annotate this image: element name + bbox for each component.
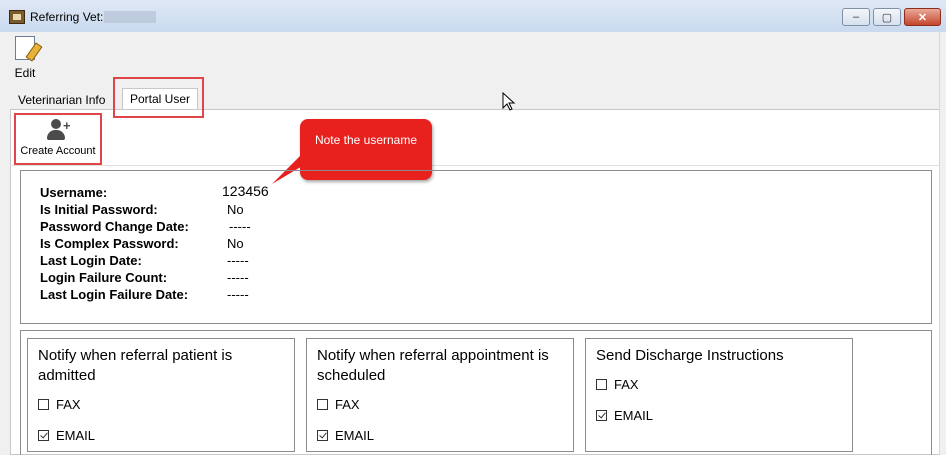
- field-value: No: [227, 202, 244, 217]
- checkbox-icon[interactable]: [38, 399, 49, 410]
- edit-document-icon: [15, 36, 35, 60]
- group-title: Notify when referral patient is admitted: [38, 347, 233, 384]
- create-account-button[interactable]: + Create Account: [14, 113, 102, 165]
- portal-user-info: Username: 123456 Is Initial Password: No…: [20, 170, 932, 324]
- field-label: Last Login Date:: [40, 253, 142, 268]
- checkbox-icon[interactable]: [317, 399, 328, 410]
- fax-checkbox[interactable]: FAX: [317, 397, 360, 413]
- option-label: EMAIL: [335, 428, 375, 443]
- option-label: EMAIL: [56, 428, 96, 443]
- window-right-edge: [939, 32, 946, 455]
- close-button[interactable]: ✕: [904, 8, 941, 26]
- app-icon: [9, 10, 25, 24]
- field-value: -----: [227, 287, 249, 302]
- edit-button[interactable]: Edit: [10, 36, 40, 82]
- window-title: Referring Vet:: [30, 10, 104, 24]
- maximize-button[interactable]: ▢: [873, 8, 901, 26]
- add-user-icon: +: [47, 119, 71, 141]
- field-label: Is Complex Password:: [40, 236, 179, 251]
- redacted-vet-name: [104, 11, 156, 23]
- email-checkbox[interactable]: EMAIL: [38, 428, 95, 444]
- field-value: 123456: [222, 183, 269, 199]
- checkbox-checked-icon[interactable]: [38, 430, 49, 441]
- mouse-cursor-icon: [502, 92, 516, 111]
- discharge-instructions-group: Send Discharge Instructions FAX EMAIL: [585, 338, 853, 452]
- checkbox-checked-icon[interactable]: [596, 410, 607, 421]
- checkbox-checked-icon[interactable]: [317, 430, 328, 441]
- group-title: Notify when referral appointment is sche…: [317, 347, 549, 384]
- email-checkbox[interactable]: EMAIL: [317, 428, 374, 444]
- portal-tab-highlight: [113, 77, 204, 118]
- notify-scheduled-group: Notify when referral appointment is sche…: [306, 338, 574, 452]
- toolbar-separator: [10, 165, 940, 166]
- group-title: Send Discharge Instructions: [596, 347, 784, 364]
- edit-label: Edit: [14, 66, 36, 80]
- notify-admitted-group: Notify when referral patient is admitted…: [27, 338, 295, 452]
- tab-veterinarian-info[interactable]: Veterinarian Info: [14, 90, 109, 110]
- field-label: Username:: [40, 185, 108, 200]
- field-label: Last Login Failure Date:: [40, 287, 189, 302]
- field-value: -----: [227, 270, 249, 285]
- field-value: -----: [229, 219, 251, 234]
- create-account-label: Create Account: [20, 145, 96, 157]
- field-label: Is Initial Password:: [40, 202, 158, 217]
- field-label: Login Failure Count:: [40, 270, 168, 285]
- minimize-button[interactable]: –: [842, 8, 870, 26]
- option-label: FAX: [614, 377, 639, 392]
- option-label: FAX: [56, 397, 81, 412]
- field-label: Password Change Date:: [40, 219, 189, 234]
- option-label: FAX: [335, 397, 360, 412]
- email-checkbox[interactable]: EMAIL: [596, 408, 653, 424]
- option-label: EMAIL: [614, 408, 654, 423]
- fax-checkbox[interactable]: FAX: [596, 377, 639, 393]
- field-value: No: [227, 236, 244, 251]
- checkbox-icon[interactable]: [596, 379, 607, 390]
- fax-checkbox[interactable]: FAX: [38, 397, 81, 413]
- field-value: -----: [227, 253, 249, 268]
- title-bar: Referring Vet: – ▢ ✕: [0, 0, 946, 33]
